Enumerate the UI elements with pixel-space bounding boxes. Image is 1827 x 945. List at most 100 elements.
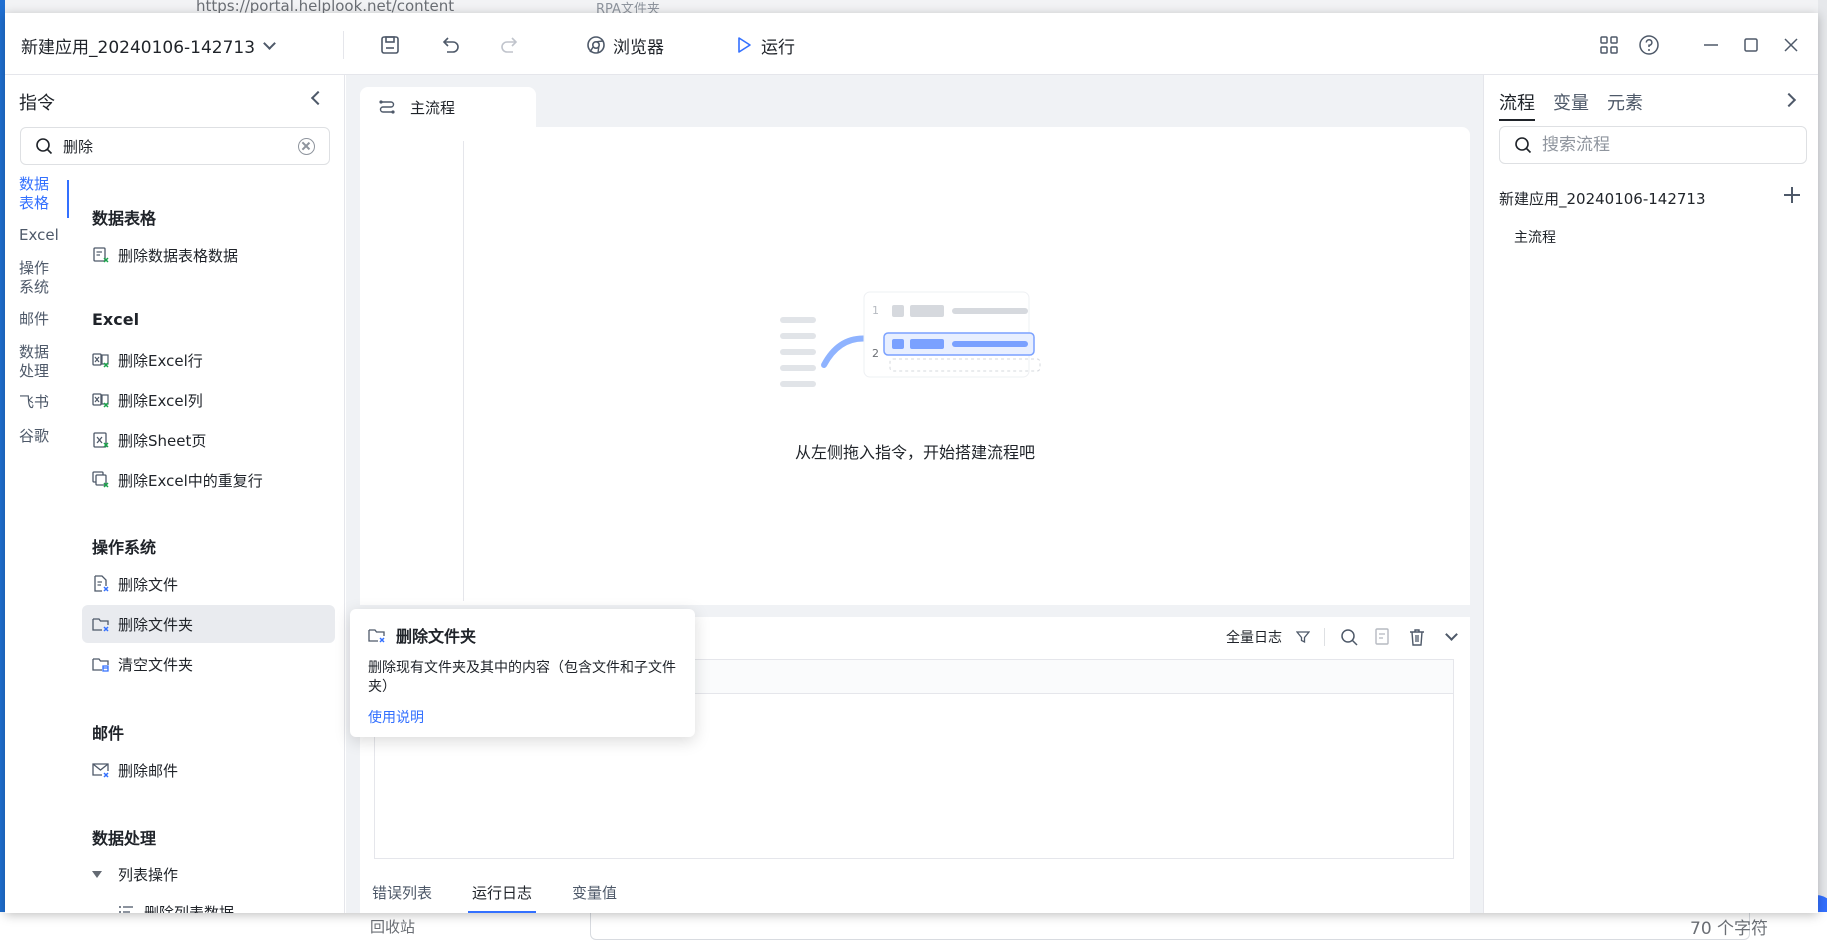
tooltip-help-link[interactable]: 使用说明: [368, 707, 677, 727]
tab-main-flow[interactable]: 主流程: [360, 87, 536, 127]
right-panel-tabs: 流程 变量 元素: [1499, 89, 1643, 121]
undo-icon: [442, 37, 459, 53]
cmd-label: 删除Excel中的重复行: [118, 471, 263, 490]
save-icon: [381, 36, 399, 54]
group-title-dataproc: 数据处理: [92, 829, 157, 848]
cmd-delete-file[interactable]: 删除文件: [82, 565, 335, 603]
search-log-icon[interactable]: [1339, 627, 1359, 647]
excel-delete-row-icon: [92, 353, 109, 368]
category-mail[interactable]: 邮件: [19, 310, 63, 329]
flow-tree-app[interactable]: 新建应用_20240106-142713: [1499, 188, 1706, 209]
folder-delete-icon: [92, 618, 109, 632]
tab-main-flow-label: 主流程: [410, 98, 456, 117]
cmd-delete-excel-row[interactable]: 删除Excel行: [82, 341, 335, 379]
flow-canvas[interactable]: 1 2 从左侧拖入指令，开始搭建流程吧: [360, 127, 1470, 605]
caret-down-icon: [92, 870, 102, 878]
cmd-label: 删除Excel列: [118, 391, 203, 410]
run-label: 运行: [761, 37, 795, 58]
cmd-label: 删除数据表格数据: [118, 246, 239, 265]
file-delete-icon: [94, 575, 109, 592]
sheet-delete-icon: [93, 432, 109, 448]
background-char-count: 70 个字符: [1690, 919, 1769, 939]
group-title-datatable: 数据表格: [92, 209, 157, 228]
log-toolbar: 全量日志: [1226, 627, 1458, 647]
cmd-label: 删除列表数据: [144, 903, 235, 914]
maximize-icon[interactable]: [1739, 33, 1763, 57]
cmd-label: 删除文件夹: [118, 615, 194, 634]
run-button[interactable]: 运行: [733, 31, 795, 59]
group-title-excel: Excel: [92, 310, 140, 329]
background-tab: RPA文件夹: [596, 2, 660, 14]
collapse-panel-icon[interactable]: [310, 90, 326, 106]
tab-variables[interactable]: 变量: [1553, 89, 1589, 121]
category-active-indicator: [67, 180, 69, 218]
cmd-label: 删除Sheet页: [118, 431, 207, 450]
browser-button[interactable]: 浏览器: [585, 31, 664, 59]
filter-icon[interactable]: [1296, 630, 1310, 644]
tooltip-title-row: 删除文件夹: [368, 623, 677, 647]
save-button[interactable]: [379, 31, 401, 59]
instructions-panel: 指令 删除 数据 表格 Excel 操作 系统 邮件 数据 处理 飞书 谷歌 数…: [5, 75, 345, 913]
duplicate-delete-icon: [92, 471, 109, 488]
clear-search-icon[interactable]: [298, 138, 315, 155]
cmd-delete-excel-duplicates[interactable]: 删除Excel中的重复行: [82, 461, 335, 499]
play-icon: [738, 37, 751, 53]
cmd-delete-folder[interactable]: 删除文件夹: [82, 605, 335, 643]
instruction-search-input[interactable]: 删除: [20, 127, 330, 165]
redo-button[interactable]: [499, 31, 521, 59]
empty-state-text: 从左侧拖入指令，开始搭建流程吧: [794, 443, 1035, 462]
flow-editor: 主流程 1 2 从左侧拖入指令，开始搭建流程吧 全量日志 错误列表 运行日志 变…: [346, 75, 1483, 913]
cmd-delete-list-data[interactable]: 删除列表数据: [108, 893, 344, 914]
group-title-mail: 邮件: [92, 724, 125, 743]
category-excel[interactable]: Excel: [19, 226, 63, 245]
background-url: https://portal.helplook.net/content: [196, 0, 455, 14]
trash-icon[interactable]: [1407, 627, 1427, 647]
category-feishu[interactable]: 飞书: [19, 393, 63, 412]
cmd-clear-folder[interactable]: 清空文件夹: [82, 645, 335, 683]
list-delete-icon: [119, 906, 133, 913]
apps-grid-icon[interactable]: [1597, 33, 1621, 57]
cmd-delete-datatable-data[interactable]: 删除数据表格数据: [82, 236, 335, 274]
search-icon: [36, 138, 53, 155]
search-value: 删除: [63, 137, 94, 156]
subgroup-label: 列表操作: [118, 865, 179, 884]
close-icon[interactable]: [1779, 33, 1803, 57]
tab-run-log[interactable]: 运行日志: [468, 873, 537, 913]
chevron-down-icon[interactable]: [1445, 628, 1458, 641]
group-title-os: 操作系统: [92, 538, 157, 557]
category-datatable[interactable]: 数据 表格: [19, 175, 63, 213]
cmd-delete-mail[interactable]: 删除邮件: [82, 751, 335, 789]
category-dataproc[interactable]: 数据 处理: [19, 343, 63, 381]
folder-delete-icon: [368, 629, 385, 643]
cmd-label: 删除邮件: [118, 761, 179, 780]
subgroup-list-operations[interactable]: 列表操作: [82, 855, 335, 893]
toolbar-divider: [343, 31, 344, 59]
titlebar: 新建应用_20240106-142713 浏览器 运行: [5, 13, 1818, 75]
flow-icon: [379, 100, 395, 114]
mail-delete-icon: [92, 763, 109, 778]
cmd-delete-sheet[interactable]: 删除Sheet页: [82, 421, 335, 459]
tab-variable-values[interactable]: 变量值: [572, 873, 617, 913]
help-icon[interactable]: [1637, 33, 1661, 57]
flow-tree-item-main[interactable]: 主流程: [1514, 227, 1556, 247]
cmd-delete-excel-column[interactable]: 删除Excel列: [82, 381, 335, 419]
toolbar-separator: [1324, 628, 1325, 646]
category-google[interactable]: 谷歌: [19, 427, 63, 446]
app-window: 新建应用_20240106-142713 浏览器 运行 指令 删除 数据 表格 …: [5, 13, 1818, 913]
add-flow-icon[interactable]: [1784, 187, 1800, 203]
app-title-dropdown[interactable]: 新建应用_20240106-142713: [21, 33, 276, 58]
export-log-icon[interactable]: [1373, 627, 1393, 647]
category-os[interactable]: 操作 系统: [19, 259, 63, 297]
background-bottom-bar: 回收站 70 个字符: [0, 912, 1827, 945]
undo-button[interactable]: [439, 31, 461, 59]
empty-state-illustration: 1 2: [780, 291, 1041, 387]
bottom-tabs: 错误列表 运行日志 变量值: [360, 873, 1470, 913]
log-filter-label[interactable]: 全量日志: [1226, 627, 1282, 647]
chevron-right-icon[interactable]: [1781, 92, 1797, 108]
tab-error-list[interactable]: 错误列表: [372, 873, 432, 913]
flow-search-input[interactable]: [1542, 135, 1792, 155]
command-tooltip: 删除文件夹 删除现有文件夹及其中的内容（包含文件和子文件夹） 使用说明: [350, 609, 695, 737]
minimize-icon[interactable]: [1699, 33, 1723, 57]
tab-flow[interactable]: 流程: [1499, 89, 1535, 121]
tab-elements[interactable]: 元素: [1607, 89, 1643, 121]
